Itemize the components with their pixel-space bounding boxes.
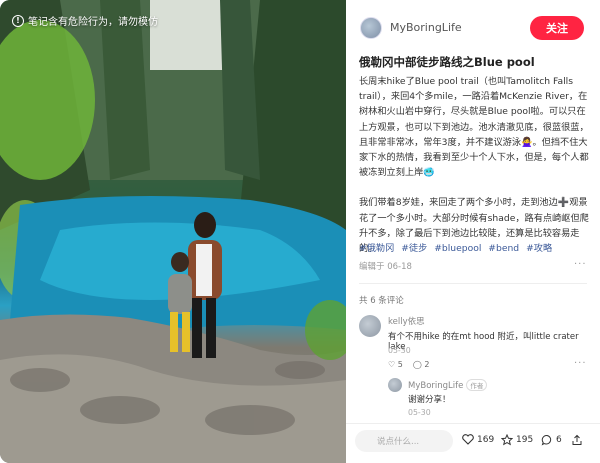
like-button[interactable]: 169 xyxy=(462,434,494,445)
favorite-button[interactable]: 195 xyxy=(501,434,533,446)
comment-button[interactable]: 6 xyxy=(541,434,562,446)
comment-like-count: 5 xyxy=(397,360,403,369)
photo-illustration xyxy=(0,0,346,463)
more-options-icon[interactable]: ··· xyxy=(574,259,587,270)
reply-author: MyBoringLife 作者 xyxy=(408,379,488,391)
commenter-avatar[interactable] xyxy=(359,315,381,337)
comment-more-icon[interactable]: ··· xyxy=(574,358,587,369)
comment-reply-count: 2 xyxy=(424,360,430,369)
reply-date: 05-30 xyxy=(408,408,431,417)
post-title: 俄勒冈中部徒步路线之Blue pool xyxy=(359,55,535,69)
follow-button[interactable]: 关注 xyxy=(530,16,584,40)
safety-warning-text: 笔记含有危险行为，请勿模仿 xyxy=(28,17,158,28)
comment-like-button[interactable]: ♡ 5 xyxy=(388,360,403,369)
post-photo[interactable]: ! 笔记含有危险行为，请勿模仿 xyxy=(0,0,346,463)
post-header: MyBoringLife 关注 xyxy=(346,0,600,56)
edited-date: 编辑于 06-18 xyxy=(359,262,412,272)
like-count: 169 xyxy=(477,434,495,445)
reply-avatar[interactable] xyxy=(388,378,402,392)
commenter-name[interactable]: kelly依思 xyxy=(388,315,425,327)
comment-input[interactable]: 说点什么... xyxy=(355,430,453,452)
comment-text: 有个不用hike 的在mt hood 附近，叫little crater lak… xyxy=(388,332,579,352)
safety-warning: ! 笔记含有危险行为，请勿模仿 xyxy=(12,13,158,28)
comment-reply-button[interactable]: ◯ 2 xyxy=(413,360,430,369)
bottom-action-bar: 说点什么... 169 195 6 xyxy=(346,423,600,463)
share-icon xyxy=(572,434,582,445)
comment-count: 共 6 条评论 xyxy=(359,296,404,306)
comment-date: 05-30 xyxy=(388,346,411,355)
heart-icon xyxy=(462,434,474,445)
author-name[interactable]: MyBoringLife xyxy=(390,21,462,34)
post-tags: #俄勒冈 #徒步 #bluepool #bend #攻略 xyxy=(359,240,591,254)
post-detail-panel: MyBoringLife 关注 俄勒冈中部徒步路线之Blue pool 长周末h… xyxy=(346,0,600,463)
warning-icon: ! xyxy=(12,14,24,27)
tag-link[interactable]: #bluepool xyxy=(434,243,481,254)
tag-link[interactable]: #攻略 xyxy=(526,243,552,254)
star-icon xyxy=(501,434,513,446)
author-avatar[interactable] xyxy=(360,17,382,39)
favorite-count: 195 xyxy=(516,435,534,445)
heart-icon: ♡ xyxy=(388,360,396,369)
post-paragraph: 长周末hike了Blue pool trail（也叫Tamolitch Fall… xyxy=(359,76,589,179)
reply-icon: ◯ xyxy=(412,360,422,369)
tag-link[interactable]: #徒步 xyxy=(401,243,427,254)
divider xyxy=(359,283,587,284)
comment-bubble-icon xyxy=(541,435,552,446)
share-button[interactable] xyxy=(571,434,583,446)
tag-link[interactable]: #俄勒冈 xyxy=(359,243,394,254)
reply-author-name[interactable]: MyBoringLife xyxy=(408,381,463,391)
tag-link[interactable]: #bend xyxy=(488,243,519,254)
comment-actions: ♡ 5 ◯ 2 xyxy=(388,360,429,369)
author-badge: 作者 xyxy=(466,379,488,391)
reply-text: 谢谢分享！ xyxy=(408,395,451,405)
comment-count-bottom: 6 xyxy=(556,435,562,445)
